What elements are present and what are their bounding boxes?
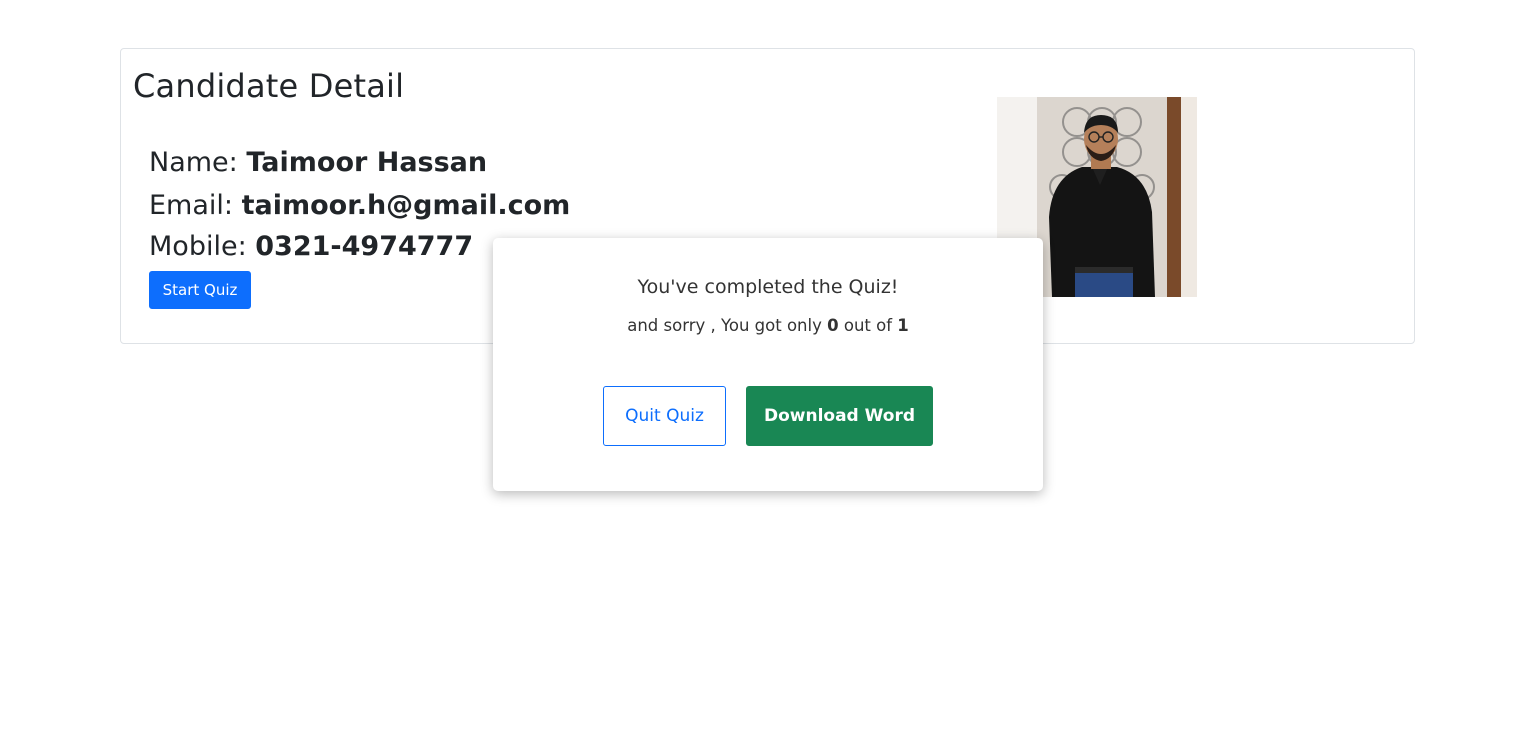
quiz-result-modal: You've completed the Quiz! and sorry , Y… [493, 238, 1043, 491]
email-label: Email: [149, 190, 234, 221]
download-word-button[interactable]: Download Word [746, 386, 933, 446]
card-title: Candidate Detail [133, 67, 405, 105]
name-value: Taimoor Hassan [246, 147, 488, 178]
score-message: and sorry , You got only 0 out of 1 [493, 316, 1043, 335]
candidate-name-line: Name: Taimoor Hassan [149, 147, 487, 178]
email-value: taimoor.h@gmail.com [241, 190, 571, 221]
score-message-prefix: and sorry , You got only [627, 316, 822, 335]
mobile-label: Mobile: [149, 231, 247, 262]
name-label: Name: [149, 147, 238, 178]
candidate-email-line: Email: taimoor.h@gmail.com [149, 190, 570, 221]
score-total: 1 [897, 316, 909, 335]
candidate-mobile-line: Mobile: 0321-4974777 [149, 231, 473, 262]
modal-title: You've completed the Quiz! [637, 276, 899, 298]
score-value: 0 [827, 316, 839, 335]
quit-quiz-button[interactable]: Quit Quiz [603, 386, 726, 446]
mobile-value: 0321-4974777 [255, 231, 474, 262]
score-message-middle: out of [843, 316, 893, 335]
start-quiz-button[interactable]: Start Quiz [149, 271, 251, 309]
